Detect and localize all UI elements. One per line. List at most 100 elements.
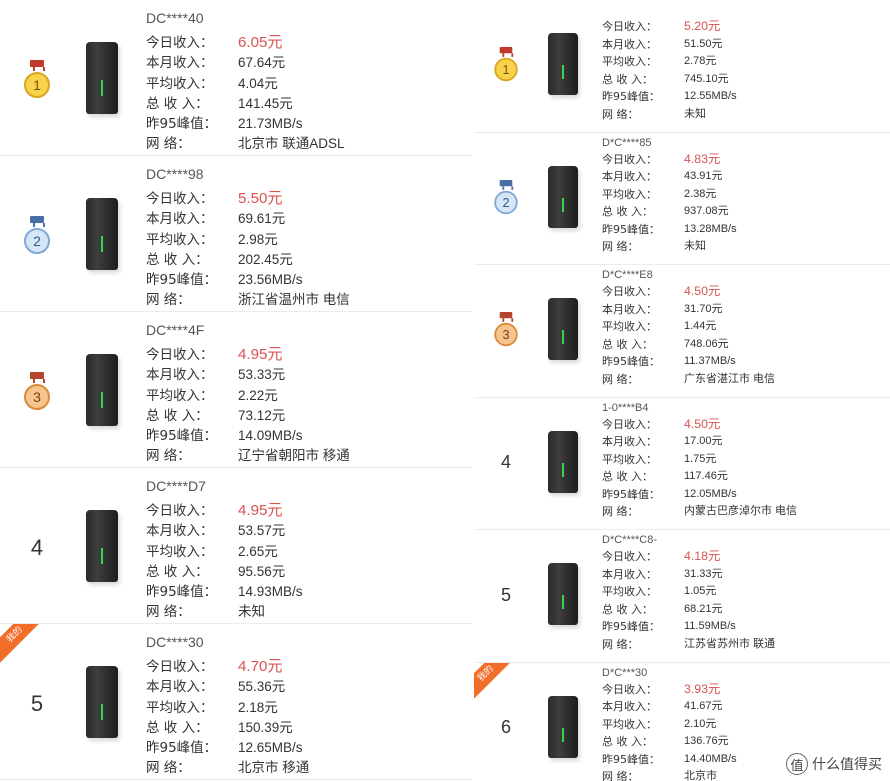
router-device-image (86, 198, 118, 270)
device-card[interactable]: 我的 5 DC****30 今日收入： 4.70元 本月收入： 55.36元 平均收入： 2.1… (0, 624, 472, 780)
stat-value-total: 745.10元 (684, 72, 729, 85)
stat-label-today: 今日收入： (602, 152, 657, 166)
stat-row-average: 平均收入： 2.18元 (146, 698, 309, 718)
rank-indicator: 5 (486, 574, 526, 616)
stat-value-month: 51.50元 (684, 37, 723, 50)
stat-value-average: 2.65元 (238, 543, 278, 559)
stat-row-network: 网 络： 北京市 联通ADSL (146, 134, 345, 154)
stat-label-peak95: 昨95峰值： (146, 272, 218, 289)
stat-label-average: 平均收入： (146, 387, 214, 404)
stat-row-month: 本月收入： 31.33元 (602, 566, 775, 584)
device-card[interactable]: 5 D*C****C8- 今日收入： 4.18元 本月收入： 31.33元 平均收入： 1.0… (474, 530, 890, 663)
stat-value-network: 广东省湛江市 电信 (684, 372, 776, 385)
router-led (562, 462, 564, 477)
stat-row-network: 网 络： 未知 (146, 602, 303, 622)
stat-label-month: 本月收入： (602, 700, 657, 714)
stat-value-month: 53.57元 (238, 523, 286, 539)
stat-value-peak95: 23.56MB/s (238, 272, 303, 288)
device-card[interactable]: 1 今日收入： 5.20元 本月收入： 51.50元 平均收入： 2.78元总 收 入： 74… (474, 0, 890, 133)
medal-ribbon (30, 372, 45, 383)
stat-value-month: 69.61元 (238, 211, 286, 227)
router-device-image (86, 510, 118, 582)
stat-label-peak95: 昨95峰值： (602, 620, 660, 634)
rank-indicator: 2 (486, 177, 526, 219)
device-card[interactable]: 3 DC****4F 今日收入： 4.95元 本月收入： 53.33元 平均收入： 2.22元… (0, 312, 472, 468)
stat-value-network: 北京市 移通 (238, 760, 310, 776)
stat-row-network: 网 络： 内蒙古巴彦淖尔市 电信 (602, 503, 797, 521)
stat-label-average: 平均收入： (602, 187, 657, 201)
stat-value-today: 4.18元 (684, 549, 721, 563)
stat-label-total: 总 收 入： (602, 470, 653, 484)
stat-row-network: 网 络： 江苏省苏州市 联通 (602, 636, 775, 654)
bronze-medal-icon: 3 (22, 372, 52, 412)
stat-label-total: 总 收 入： (146, 95, 209, 112)
device-card[interactable]: 4 DC****D7 今日收入： 4.95元 本月收入： 53.57元 平均收入： 2.65元… (0, 468, 472, 624)
device-id: D*C****85 (602, 136, 652, 149)
stat-value-network: 未知 (684, 107, 706, 120)
router-device-image (548, 33, 578, 95)
stat-row-month: 本月收入： 51.50元 (602, 36, 737, 54)
stat-label-network: 网 络： (146, 604, 191, 621)
device-stats: 今日收入： 4.18元 本月收入： 31.33元 平均收入： 1.05元总 收 入： 68.… (602, 548, 775, 654)
device-stats: 今日收入： 4.70元 本月收入： 55.36元 平均收入： 2.18元总 收 入： 150… (146, 657, 309, 779)
stat-label-network: 网 络： (602, 637, 639, 651)
stat-label-today: 今日收入： (602, 682, 657, 696)
device-stats: 今日收入： 4.50元 本月收入： 31.70元 平均收入： 1.44元总 收 入： 748… (602, 283, 775, 389)
stat-label-peak95: 昨95峰值： (602, 355, 660, 369)
stat-label-total: 总 收 入： (146, 407, 209, 424)
stat-value-peak95: 12.65MB/s (238, 740, 303, 756)
rank-indicator: 4 (14, 524, 60, 572)
stat-label-network: 网 络： (146, 136, 191, 153)
stat-label-average: 平均收入： (146, 543, 214, 560)
stat-value-today: 4.95元 (238, 346, 283, 363)
router-device-image (548, 298, 578, 360)
stat-label-average: 平均收入： (146, 75, 214, 92)
stat-row-peak95: 昨95峰值： 14.09MB/s (146, 426, 350, 446)
stat-value-average: 1.75元 (684, 452, 717, 465)
stat-row-month: 本月收入： 53.33元 (146, 365, 350, 385)
watermark: 值 什么值得买 (786, 753, 882, 775)
rank-number: 5 (30, 691, 44, 716)
rank-indicator: 6 (486, 707, 526, 749)
stat-label-peak95: 昨95峰值： (602, 487, 660, 501)
stat-value-network: 辽宁省朝阳市 移通 (238, 448, 350, 464)
router-device-image (548, 563, 578, 625)
device-card[interactable]: 3 D*C****E8 今日收入： 4.50元 本月收入： 31.70元 平均收入： 1.44… (474, 265, 890, 398)
stat-label-today: 今日收入： (602, 285, 657, 298)
device-stats: 今日收入： 4.50元 本月收入： 17.00元 平均收入： 1.75元总 收 入： 117… (602, 416, 797, 522)
stat-value-average: 2.78元 (684, 55, 717, 68)
stat-row-month: 本月收入： 31.70元 (602, 301, 775, 319)
device-id: DC****40 (146, 10, 204, 26)
stat-value-today: 5.50元 (238, 190, 283, 207)
rank-number: 6 (500, 717, 511, 737)
router-led (562, 727, 564, 742)
stat-label-today: 今日收入： (146, 659, 214, 675)
stat-value-total: 95.56元 (238, 563, 286, 579)
device-card[interactable]: 1 DC****40 今日收入： 6.05元 本月收入： 67.64元 平均收入： 4.04元… (0, 0, 472, 156)
stat-value-peak95: 11.37MB/s (684, 355, 736, 368)
medal-number: 2 (494, 190, 518, 214)
stat-row-month: 本月收入： 55.36元 (146, 677, 309, 697)
stat-value-total: 150.39元 (238, 719, 293, 735)
device-card[interactable]: 4 1-0****B4 今日收入： 4.50元 本月收入： 17.00元 平均收入： 1.75… (474, 397, 890, 530)
stat-value-today: 4.83元 (684, 151, 721, 166)
stat-label-network: 网 络： (602, 372, 639, 386)
stat-row-average: 平均收入： 1.75元 (602, 451, 797, 469)
stat-label-today: 今日收入： (602, 417, 657, 431)
stat-label-today: 今日收入： (146, 35, 214, 51)
stat-row-peak95: 昨95峰值： 14.40MB/s (602, 751, 737, 769)
medal-number: 3 (494, 322, 518, 347)
stat-label-average: 平均收入： (602, 55, 657, 69)
stat-row-average: 平均收入： 2.38元 (602, 186, 737, 204)
device-id: D*C***30 (602, 666, 648, 679)
medal-number: 1 (24, 72, 50, 98)
device-card[interactable]: 2 D*C****85 今日收入： 4.83元 本月收入： 43.91元 平均收入： 2.38… (474, 132, 890, 265)
stat-label-network: 网 络： (602, 240, 639, 254)
device-card[interactable]: 2 DC****98 今日收入： 5.50元 本月收入： 69.61元 平均收入： 2.98元… (0, 156, 472, 312)
stat-value-today: 4.95元 (238, 502, 283, 519)
stat-row-today: 今日收入： 3.93元 (602, 681, 737, 699)
device-id: D*C****C8- (602, 534, 658, 546)
stat-row-total: 总 收 入： 202.45元 (146, 250, 350, 270)
rank-indicator: 1 (14, 56, 60, 104)
medal-number: 1 (494, 57, 518, 82)
